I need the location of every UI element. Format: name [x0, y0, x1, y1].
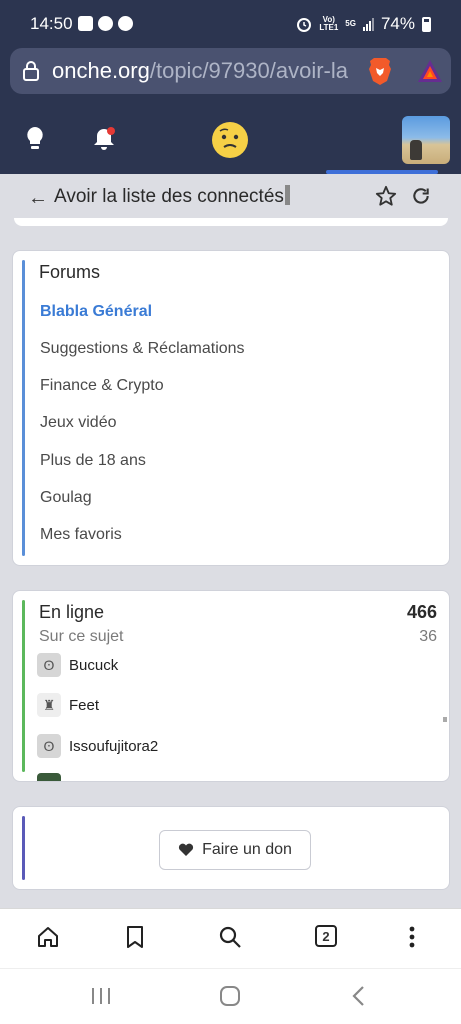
forum-item-plus-18[interactable]: Plus de 18 ans	[40, 452, 146, 470]
topic-title: Avoir la liste des connectés	[54, 185, 290, 208]
online-user[interactable]: ʘ Issoufujitora2	[37, 734, 158, 758]
forum-item-blabla-general[interactable]: Blabla Général	[40, 303, 152, 321]
battery-icon	[422, 16, 431, 32]
online-title: En ligne	[39, 602, 105, 622]
forums-card: Forums Blabla Général Suggestions & Récl…	[12, 250, 450, 566]
forum-item-goulag[interactable]: Goulag	[40, 489, 92, 507]
system-navigation	[0, 968, 461, 1024]
tabs-button[interactable]: 2	[315, 925, 337, 947]
donate-label: Faire un don	[202, 841, 292, 858]
browser-toolbar: 2	[0, 908, 461, 968]
onche-logo-icon[interactable]	[211, 121, 249, 159]
online-user-name: Bucuck	[69, 656, 119, 674]
user-avatar-icon: ʘ	[37, 734, 61, 758]
network-type: 5G	[345, 19, 356, 28]
volte-indicator: Vo) LTE1	[319, 15, 339, 32]
forums-title: Forums	[39, 262, 101, 282]
topic-card-bottom	[14, 218, 448, 226]
online-user[interactable]: ʘ Bucuck	[37, 653, 118, 677]
lock-icon	[23, 61, 39, 81]
user-avatar-icon: ʘ	[37, 653, 61, 677]
user-avatar[interactable]	[402, 116, 450, 164]
bookmark-icon[interactable]	[124, 925, 146, 949]
online-user-partial[interactable]	[37, 773, 61, 781]
refresh-icon[interactable]	[411, 186, 431, 206]
user-avatar-icon	[37, 773, 61, 781]
online-card: En ligne 466 Sur ce sujet 36 ʘ Bucuck ♜ …	[12, 590, 450, 782]
home-icon[interactable]	[36, 925, 60, 949]
browser-chrome: onche.org/topic/97930/avoir-la	[0, 48, 461, 102]
forums-stripe	[22, 260, 25, 556]
online-count: 466	[406, 602, 437, 622]
subject-count: 36	[419, 628, 437, 645]
home-nav-icon[interactable]	[219, 985, 241, 1007]
donate-stripe	[22, 816, 25, 880]
forum-item-mes-favoris[interactable]: Mes favoris	[40, 526, 122, 544]
user-avatar-icon: ♜	[37, 693, 61, 717]
app-notification-icon	[98, 16, 113, 31]
sync-icon	[118, 16, 133, 31]
text-cursor	[284, 185, 290, 205]
brave-rewards-icon[interactable]	[408, 48, 451, 94]
url-text[interactable]: onche.org/topic/97930/avoir-la	[52, 58, 352, 84]
notification-icons	[78, 16, 133, 31]
recent-apps-icon[interactable]	[90, 985, 112, 1007]
site-header	[0, 102, 461, 174]
donate-card: Faire un don	[12, 806, 450, 890]
brave-shields-icon[interactable]	[354, 48, 406, 94]
battery-percent: 74%	[380, 14, 415, 33]
online-user-name: Feet	[69, 696, 100, 714]
online-user-name: Issoufujitora2	[69, 737, 159, 755]
heart-icon	[179, 843, 194, 856]
star-icon[interactable]	[375, 185, 397, 207]
online-stripe	[22, 600, 25, 772]
forum-item-suggestions[interactable]: Suggestions & Réclamations	[40, 340, 245, 358]
alarm-icon	[297, 18, 312, 32]
lightbulb-icon[interactable]	[24, 125, 46, 151]
back-arrow-icon[interactable]: ←	[28, 187, 48, 210]
status-time: 14:50	[30, 14, 73, 33]
subject-label: Sur ce sujet	[39, 628, 124, 645]
signal-icon	[362, 17, 374, 31]
status-bar: 14:50 Vo) LTE1 5G 74%	[0, 0, 461, 48]
donate-button[interactable]: Faire un don	[159, 830, 311, 870]
forum-item-jeux-video[interactable]: Jeux vidéo	[40, 414, 117, 432]
notification-bell-icon[interactable]	[92, 126, 116, 152]
url-bar[interactable]: onche.org/topic/97930/avoir-la	[10, 48, 451, 94]
online-user[interactable]: ♜ Feet	[37, 693, 99, 717]
gallery-icon	[78, 16, 93, 31]
search-icon[interactable]	[218, 925, 242, 949]
more-menu-icon[interactable]	[402, 925, 422, 949]
forum-item-finance-crypto[interactable]: Finance & Crypto	[40, 377, 164, 395]
back-nav-icon[interactable]	[350, 985, 368, 1007]
scrollbar[interactable]	[443, 717, 447, 722]
status-right: Vo) LTE1 5G 74%	[296, 14, 431, 34]
